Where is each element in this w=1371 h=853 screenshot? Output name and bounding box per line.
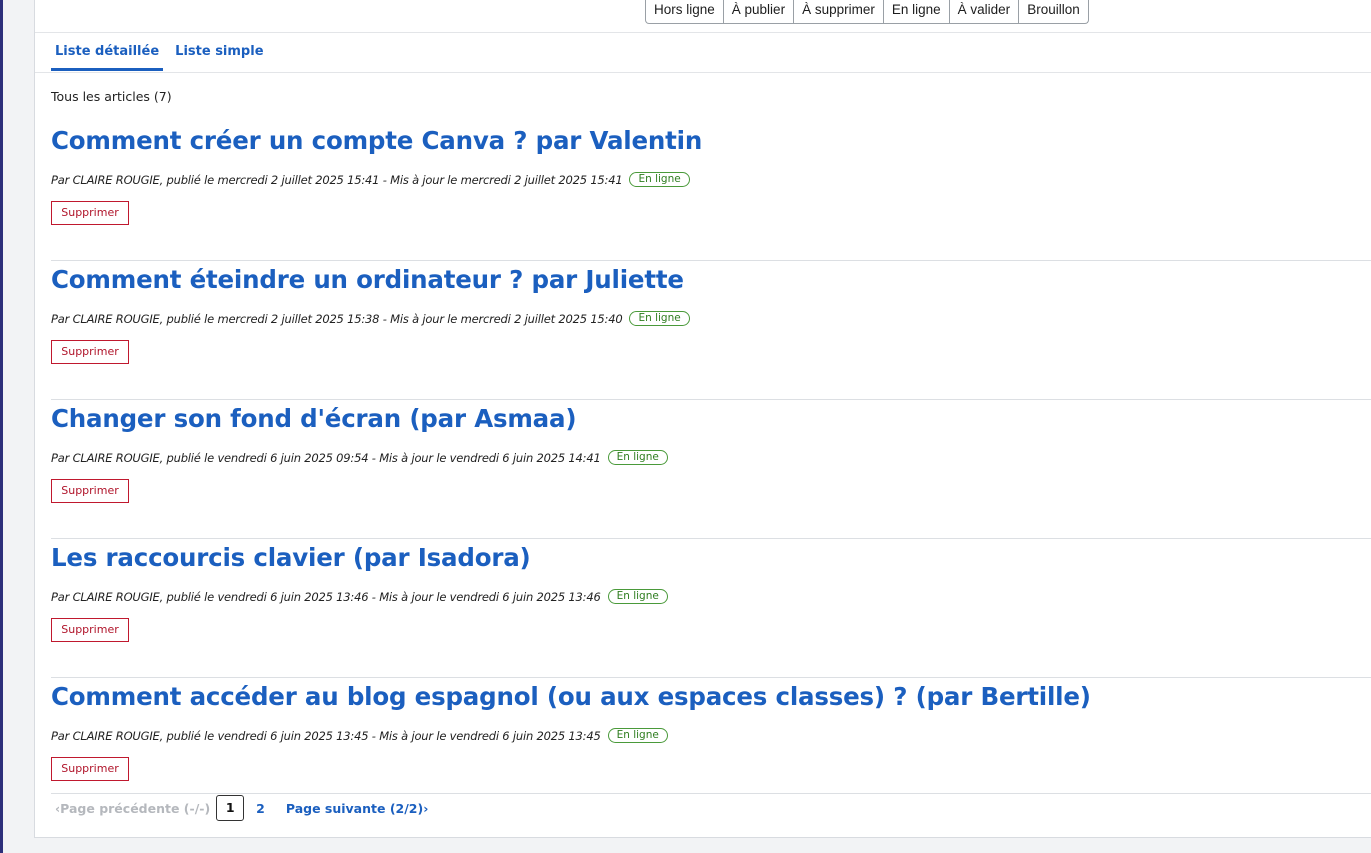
- filter-a-valider[interactable]: À valider: [950, 0, 1020, 23]
- article-title-link[interactable]: Les raccourcis clavier (par Isadora): [51, 543, 531, 572]
- article-meta-text: Par CLAIRE ROUGIE, publié le vendredi 6 …: [51, 589, 601, 604]
- previous-page-link: ‹Page précédente (-/-): [55, 800, 211, 816]
- filter-a-publier[interactable]: À publier: [724, 0, 795, 23]
- status-badge: En ligne: [629, 172, 690, 187]
- article-meta: Par CLAIRE ROUGIE, publié le vendredi 6 …: [51, 589, 668, 604]
- article-title-link[interactable]: Comment accéder au blog espagnol (ou aux…: [51, 682, 1091, 711]
- article-count: Tous les articles (7): [51, 89, 172, 104]
- tab-liste-simple[interactable]: Liste simple: [171, 41, 267, 71]
- article-title-link[interactable]: Comment créer un compte Canva ? par Vale…: [51, 126, 702, 155]
- divider: [35, 32, 1371, 33]
- delete-button[interactable]: Supprimer: [51, 201, 129, 225]
- article-meta-text: Par CLAIRE ROUGIE, publié le mercredi 2 …: [51, 172, 623, 187]
- status-badge: En ligne: [607, 728, 668, 743]
- delete-button[interactable]: Supprimer: [51, 757, 129, 781]
- article-meta-text: Par CLAIRE ROUGIE, publié le vendredi 6 …: [51, 450, 601, 465]
- pagination: ‹Page précédente (-/-) 1 2 Page suivante…: [51, 793, 1371, 822]
- delete-button[interactable]: Supprimer: [51, 340, 129, 364]
- article-meta: Par CLAIRE ROUGIE, publié le mercredi 2 …: [51, 311, 690, 326]
- delete-button[interactable]: Supprimer: [51, 618, 129, 642]
- divider: [35, 72, 1371, 73]
- filter-brouillon[interactable]: Brouillon: [1019, 0, 1088, 23]
- status-badge: En ligne: [607, 450, 668, 465]
- current-page: 1: [216, 795, 245, 821]
- article-meta: Par CLAIRE ROUGIE, publié le vendredi 6 …: [51, 450, 668, 465]
- filter-a-supprimer[interactable]: À supprimer: [794, 0, 884, 23]
- article-meta: Par CLAIRE ROUGIE, publié le vendredi 6 …: [51, 728, 668, 743]
- view-tabs: Liste détaillée Liste simple: [51, 41, 276, 71]
- left-rail: [0, 0, 3, 853]
- status-badge: En ligne: [607, 589, 668, 604]
- article-item: Changer son fond d'écran (par Asmaa) Par…: [51, 400, 1371, 539]
- filter-hors-ligne[interactable]: Hors ligne: [646, 0, 724, 23]
- filter-en-ligne[interactable]: En ligne: [884, 0, 950, 23]
- article-title-link[interactable]: Comment éteindre un ordinateur ? par Jul…: [51, 265, 684, 294]
- next-page-link[interactable]: Page suivante (2/2)›: [286, 801, 429, 816]
- article-meta: Par CLAIRE ROUGIE, publié le mercredi 2 …: [51, 172, 690, 187]
- articles-panel: Hors ligne À publier À supprimer En lign…: [34, 0, 1371, 838]
- article-title-link[interactable]: Changer son fond d'écran (par Asmaa): [51, 404, 577, 433]
- article-meta-text: Par CLAIRE ROUGIE, publié le vendredi 6 …: [51, 728, 601, 743]
- page-2-link[interactable]: 2: [256, 801, 265, 816]
- article-item: Comment éteindre un ordinateur ? par Jul…: [51, 261, 1371, 400]
- article-item: Les raccourcis clavier (par Isadora) Par…: [51, 539, 1371, 678]
- article-list: Comment créer un compte Canva ? par Vale…: [51, 122, 1371, 816]
- article-meta-text: Par CLAIRE ROUGIE, publié le mercredi 2 …: [51, 311, 623, 326]
- delete-button[interactable]: Supprimer: [51, 479, 129, 503]
- tab-liste-detaillee[interactable]: Liste détaillée: [51, 41, 164, 71]
- status-badge: En ligne: [629, 311, 690, 326]
- article-item: Comment créer un compte Canva ? par Vale…: [51, 122, 1371, 261]
- status-filter-group: Hors ligne À publier À supprimer En lign…: [645, 0, 1089, 24]
